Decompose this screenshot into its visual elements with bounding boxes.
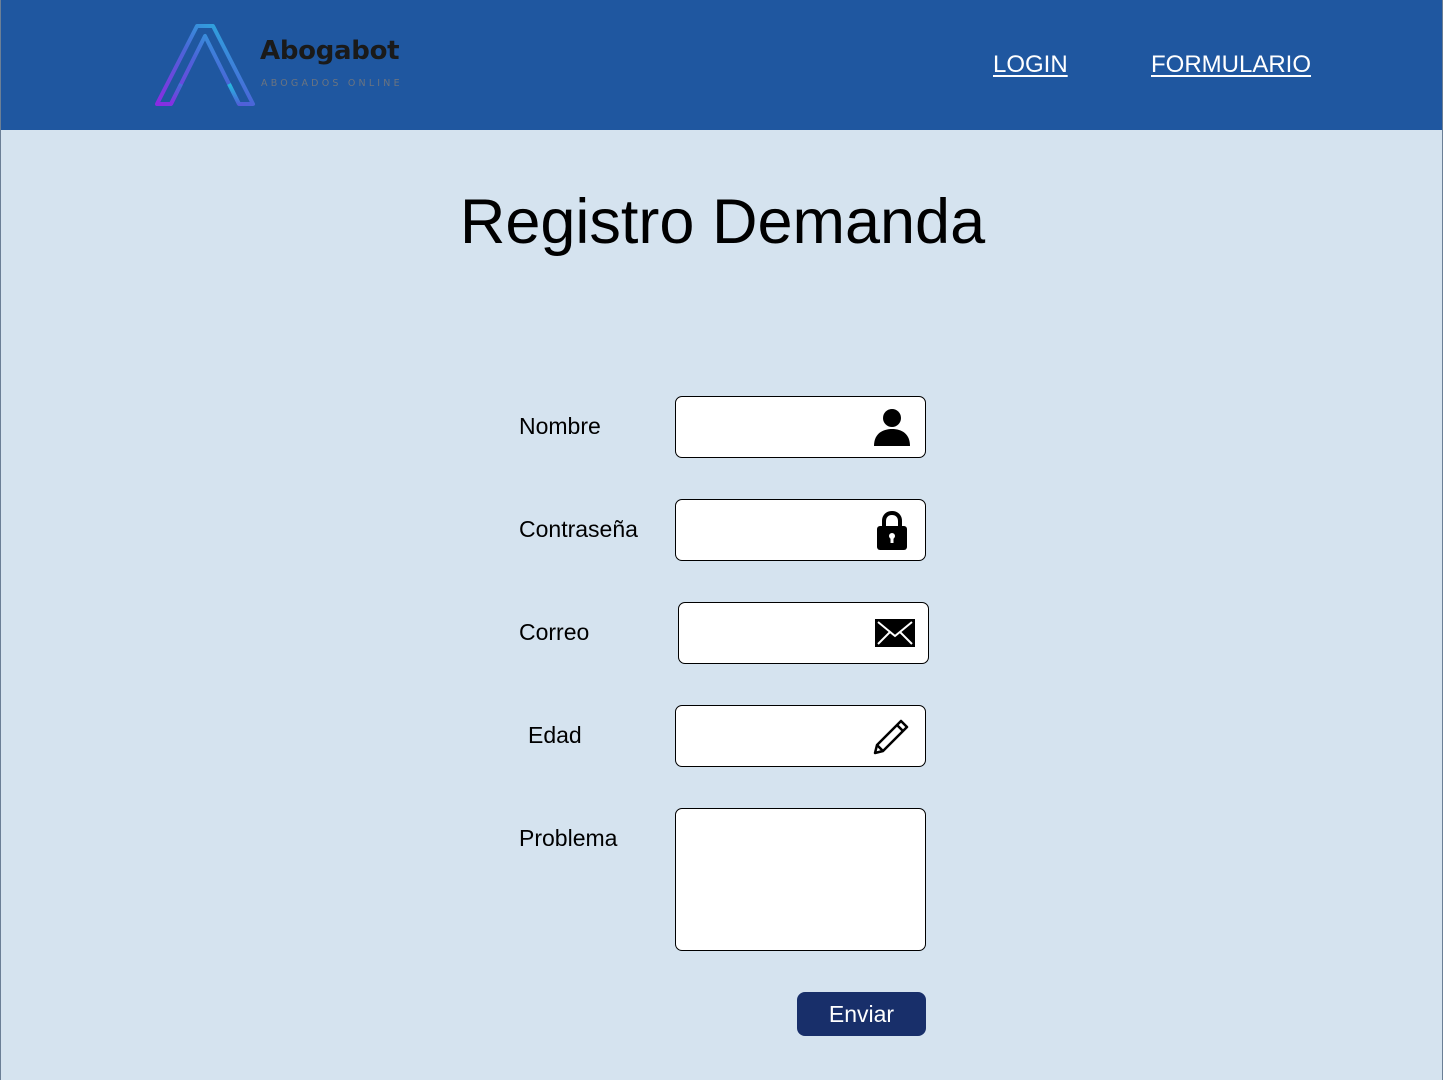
nombre-label: Nombre bbox=[519, 413, 601, 439]
edad-label: Edad bbox=[528, 722, 582, 748]
brand-name: Abogabot bbox=[260, 36, 400, 66]
nav-login-link[interactable]: LOGIN bbox=[993, 51, 1068, 79]
nombre-field[interactable] bbox=[675, 396, 926, 458]
correo-label: Correo bbox=[519, 619, 590, 645]
logo-a-icon bbox=[155, 24, 255, 106]
problema-label: Problema bbox=[519, 825, 618, 851]
lock-icon bbox=[877, 510, 907, 550]
contrasena-input[interactable] bbox=[686, 510, 866, 550]
brand-tagline: ABOGADOS ONLINE bbox=[261, 78, 403, 89]
problema-field[interactable] bbox=[675, 808, 926, 951]
pencil-icon bbox=[873, 719, 909, 755]
top-header: Abogabot ABOGADOS ONLINE LOGIN FORMULARI… bbox=[1, 0, 1442, 130]
envelope-icon bbox=[875, 619, 915, 647]
problema-textarea[interactable] bbox=[684, 817, 917, 942]
nav-formulario-link[interactable]: FORMULARIO bbox=[1151, 51, 1311, 79]
contrasena-label: Contraseña bbox=[519, 516, 638, 542]
page: Abogabot ABOGADOS ONLINE LOGIN FORMULARI… bbox=[0, 0, 1443, 1080]
correo-input[interactable] bbox=[689, 613, 869, 653]
brand-logo[interactable]: Abogabot ABOGADOS ONLINE bbox=[153, 22, 433, 112]
nombre-input[interactable] bbox=[686, 407, 866, 447]
edad-field[interactable] bbox=[675, 705, 926, 767]
enviar-button[interactable]: Enviar bbox=[797, 992, 926, 1036]
user-icon bbox=[874, 409, 910, 446]
contrasena-field[interactable] bbox=[675, 499, 926, 561]
page-title: Registro Demanda bbox=[459, 187, 986, 257]
edad-input[interactable] bbox=[686, 716, 866, 756]
correo-field[interactable] bbox=[678, 602, 929, 664]
